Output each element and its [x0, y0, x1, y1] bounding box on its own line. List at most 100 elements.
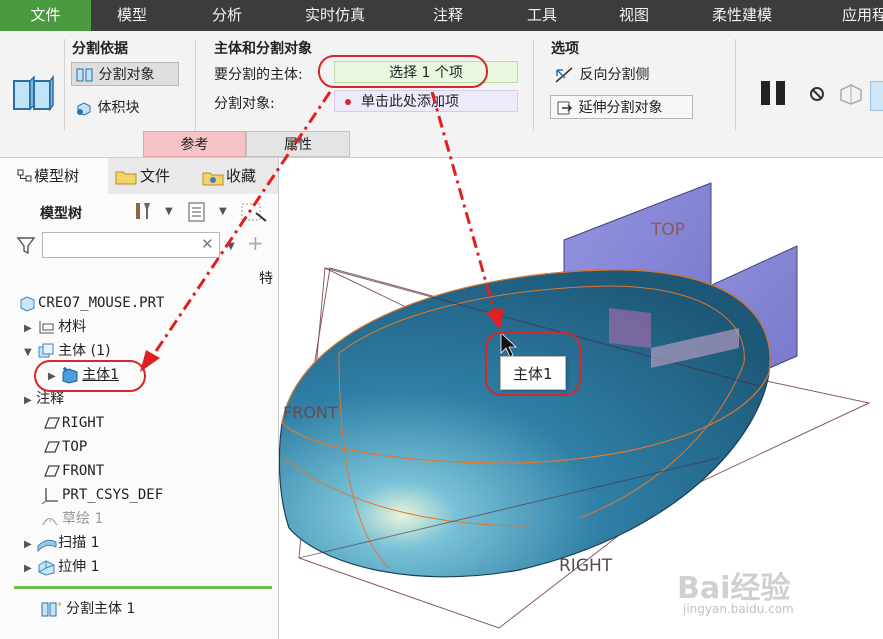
tree-item-right-plane[interactable]: RIGHT — [40, 412, 104, 434]
tab-favorites[interactable]: 收藏 — [200, 158, 256, 194]
menu-flexible-modeling[interactable]: 柔性建模 — [712, 0, 772, 31]
navigator-tabs: 模型树 文件 收藏 — [0, 158, 278, 194]
menu-annotate[interactable]: 注释 — [433, 0, 463, 31]
cut-slot — [609, 308, 651, 348]
expand-arrow-icon[interactable]: ▶ — [24, 323, 32, 334]
label-top[interactable]: TOP — [650, 220, 685, 240]
extrude-label: 拉伸 1 — [58, 559, 100, 575]
tree-item-extrude[interactable]: ▶ 拉伸 1 — [24, 556, 100, 578]
expand-arrow-icon[interactable]: ▶ — [24, 563, 32, 574]
chevron-down-icon[interactable]: ▼ — [219, 206, 227, 217]
tab-files[interactable]: 文件 — [114, 158, 170, 194]
datum-plane-icon — [44, 417, 60, 429]
split-object-collector[interactable]: 单击此处添加项 — [334, 90, 518, 112]
tree-item-materials[interactable]: ▶ 材料 — [24, 316, 86, 338]
menu-analysis[interactable]: 分析 — [212, 0, 242, 31]
bodies-folder-icon — [38, 343, 54, 358]
tree-search-input[interactable] — [42, 232, 220, 258]
menu-tools[interactable]: 工具 — [527, 0, 557, 31]
split-body-label: 分割主体 1 — [66, 601, 136, 617]
label-front[interactable]: FRONT — [283, 403, 338, 422]
menu-bar: 文件 模型 分析 实时仿真 注释 工具 视图 柔性建模 应用程 — [0, 0, 883, 31]
menu-model[interactable]: 模型 — [117, 0, 147, 31]
show-list-icon[interactable] — [186, 201, 208, 223]
tree-item-split-body[interactable]: * 分割主体 1 — [40, 598, 135, 620]
verify-button[interactable] — [870, 81, 883, 111]
callout-tree-body1 — [34, 360, 146, 392]
label-right[interactable]: RIGHT — [559, 556, 613, 576]
add-filter-icon[interactable]: + — [247, 231, 264, 255]
expand-arrow-icon[interactable]: ▶ — [24, 539, 32, 550]
tree-item-front-plane[interactable]: FRONT — [40, 460, 104, 482]
menu-simulation[interactable]: 实时仿真 — [305, 0, 365, 31]
column-header-hint: 特 — [259, 271, 273, 287]
body-mouse-shell[interactable] — [279, 269, 771, 578]
graphics-window[interactable]: TOP FRONT RIGHT 主体1 Bai经验 jingyan.baidu.… — [279, 158, 883, 639]
body-to-split-label: 要分割的主体: — [214, 67, 303, 83]
tree-item-csys[interactable]: PRT_CSYS_DEF — [40, 484, 163, 506]
watermark-url: jingyan.baidu.com — [683, 602, 794, 616]
menu-applications[interactable]: 应用程 — [842, 0, 883, 31]
separator — [64, 39, 65, 131]
material-icon — [39, 321, 55, 334]
split-object-button[interactable]: 分割对象 — [71, 62, 179, 86]
chevron-down-icon[interactable]: ▼ — [165, 206, 173, 217]
tab-references[interactable]: 参考 — [143, 131, 246, 157]
root-label: CREO7_MOUSE.PRT — [38, 295, 165, 311]
tab-properties[interactable]: 属性 — [246, 131, 350, 157]
split-body-feature-icon: * — [41, 601, 62, 617]
tab-model-tree-label: 模型树 — [34, 167, 80, 185]
extend-split-object-button[interactable]: 延伸分割对象 — [550, 95, 693, 119]
tree-item-sweep[interactable]: ▶ 扫描 1 — [24, 532, 100, 554]
required-dot-icon — [345, 99, 351, 105]
tree-settings-icon[interactable] — [132, 199, 156, 223]
expand-arrow-icon[interactable]: ▶ — [24, 395, 32, 406]
extend-split-object-label: 延伸分割对象 — [578, 100, 663, 116]
annotations-label: 注释 — [36, 391, 65, 407]
split-body-dashboard: 分割依据 分割对象 体积块 主体和分割对象 要分割的主体: 选择 1 个项 分割… — [0, 31, 883, 158]
volume-block-label: 体积块 — [97, 100, 140, 116]
front-plane-label: FRONT — [62, 463, 105, 479]
flip-split-side-label: 反向分割侧 — [579, 67, 650, 83]
split-object-label: 分割对象 — [98, 67, 155, 83]
volume-block-icon — [77, 102, 91, 116]
flip-split-side-button[interactable]: 反向分割侧 — [553, 63, 649, 87]
sweep-icon — [37, 539, 57, 552]
menu-file[interactable]: 文件 — [0, 0, 91, 31]
chevron-down-icon[interactable]: ▼ — [227, 241, 235, 252]
preview-glasses-icon[interactable] — [838, 82, 864, 106]
part-icon — [20, 296, 35, 312]
menu-view[interactable]: 视图 — [619, 0, 649, 31]
tab-model-tree[interactable]: 模型树 — [0, 158, 108, 194]
flip-direction-icon — [555, 67, 573, 83]
tree-item-top-plane[interactable]: TOP — [40, 436, 87, 458]
tree-item-sketch[interactable]: 草绘 1 — [40, 508, 103, 530]
tree-root[interactable]: CREO7_MOUSE.PRT — [18, 292, 164, 314]
extend-icon — [557, 101, 573, 115]
column-grid-icon[interactable] — [240, 201, 268, 223]
volume-block-button[interactable]: 体积块 — [75, 96, 139, 120]
watermark-brand: Bai经验 — [677, 571, 791, 606]
separator — [533, 39, 534, 131]
pause-icon[interactable] — [759, 79, 789, 107]
split-object-icon — [76, 68, 93, 82]
tab-files-label: 文件 — [140, 167, 171, 185]
bodies-group-label: 主体和分割对象 — [214, 41, 312, 57]
split-object-collector-text: 单击此处添加项 — [361, 94, 459, 110]
tree-title: 模型树 — [40, 206, 82, 222]
collapse-arrow-icon[interactable]: ▼ — [24, 347, 32, 358]
filter-icon[interactable] — [16, 235, 38, 257]
model-view: TOP FRONT RIGHT — [279, 182, 871, 629]
no-preview-icon[interactable] — [809, 86, 825, 102]
sketch-label: 草绘 1 — [62, 511, 104, 527]
clear-search-icon[interactable]: ✕ — [201, 235, 214, 253]
split-basis-label: 分割依据 — [72, 41, 128, 57]
insert-indicator[interactable] — [14, 586, 272, 589]
options-label: 选项 — [551, 41, 579, 57]
tree-item-bodies[interactable]: ▼ 主体 (1) — [24, 340, 110, 362]
separator — [735, 39, 736, 131]
split-body-icon — [13, 75, 54, 112]
sweep-label: 扫描 1 — [58, 535, 100, 551]
folder-icon — [115, 171, 137, 184]
bodies-label: 主体 (1) — [58, 343, 111, 359]
